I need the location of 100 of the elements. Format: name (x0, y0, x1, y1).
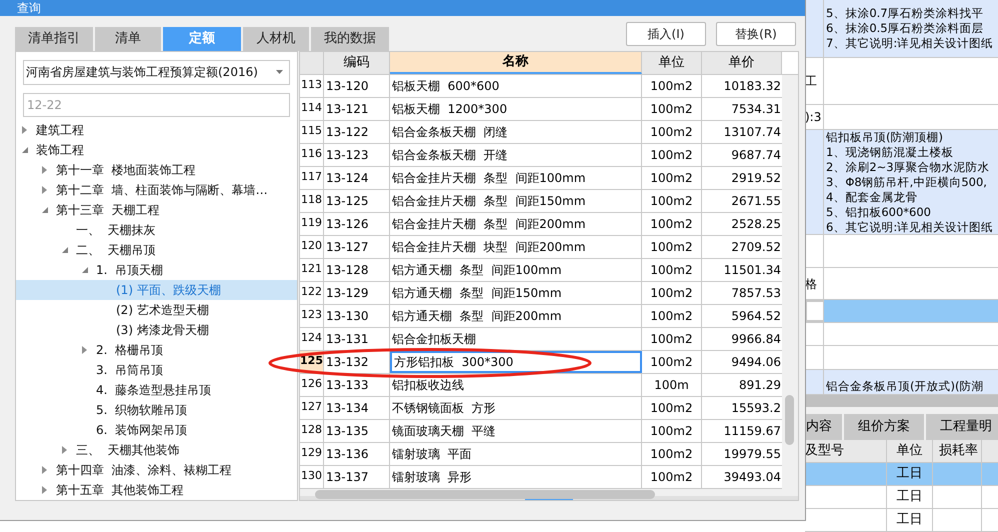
tree-item[interactable]: 1. 吊顶天棚 (16, 260, 297, 280)
table-cell-text: 9687.74 (730, 146, 782, 164)
horizontal-scrollbar[interactable] (805, 395, 998, 407)
table-cell-text: 7857.53 (730, 284, 782, 302)
tree-item[interactable]: 3. 吊筒吊顶 (16, 360, 297, 380)
tree-item[interactable]: (2) 艺术造型天棚 (16, 300, 297, 320)
tree-item[interactable]: 第十三章 天棚工程 (16, 200, 297, 220)
tree-item[interactable]: 第十四章 油漆、涂料、裱糊工程 (16, 460, 297, 480)
table-cell: 铝板天棚 600*600 (390, 74, 642, 96)
table-cell-text: 9494.06 (730, 354, 782, 370)
table-cell: 13-127 (324, 236, 390, 258)
tree-item[interactable]: 第十一章 楼地面装饰工程 (16, 160, 297, 180)
tree-item[interactable]: 一、 天棚抹灰 (16, 220, 297, 240)
table-cell: 100m2 (642, 282, 702, 304)
caret-right-icon[interactable] (42, 186, 47, 194)
table-cell-text: 2528.25 (730, 216, 782, 232)
table-cell: 100m2 (642, 258, 702, 280)
tree-item[interactable]: 二、 天棚吊顶 (16, 240, 297, 260)
description-line: 6、其它说明:详见相关设计图纸 (826, 220, 994, 234)
caret-right-icon[interactable] (82, 346, 87, 354)
table-cell-text: 9966.84 (730, 330, 782, 348)
column-header[interactable]: 单价 (702, 52, 782, 74)
library-dropdown[interactable]: 河南省房屋建筑与装饰工程预算定额(2016) (23, 60, 290, 84)
table-cell: 铝合金挂片天棚 块型 间距200mm (390, 236, 642, 258)
table-cell: 铝合金条板天棚 开缝 (390, 144, 642, 166)
table-cell: 镜面玻璃天棚 平缝 (390, 420, 642, 442)
table-cell: 13-126 (324, 212, 390, 234)
caret-down-icon[interactable] (42, 207, 48, 213)
column-header[interactable]: 编码 (324, 52, 390, 74)
scrollbar-thumb[interactable] (315, 490, 655, 498)
column-header[interactable]: 单位 (887, 440, 933, 462)
table-cell: 100m2 (642, 98, 702, 120)
caret-down-icon (276, 70, 283, 74)
column-header[interactable]: 名称 (390, 52, 642, 74)
table-cell: 100m2 (642, 420, 702, 442)
table-cell: 铝合金挂片天棚 条型 间距150mm (390, 190, 642, 212)
tree-item[interactable]: 第十五章 其他装饰工程 (16, 480, 297, 500)
caret-down-icon[interactable] (22, 147, 28, 153)
table-cell: 铝合金挂片天棚 条型 间距200mm (390, 212, 642, 234)
search-field[interactable]: 12-22 (23, 92, 290, 117)
table-cell-text: 11501.34 (722, 262, 782, 278)
description-line: 铝扣板吊顶(防潮顶棚) (826, 130, 944, 144)
table-cell: 13-137 (324, 466, 390, 488)
table-cell: 13-125 (324, 190, 390, 212)
caret-right-icon[interactable] (22, 126, 27, 134)
column-header[interactable]: 单位 (642, 52, 702, 74)
caret-down-icon[interactable] (82, 267, 88, 273)
splitter-handle[interactable] (525, 496, 573, 500)
column-header[interactable]: 损耗率 (933, 440, 982, 462)
table-cell-text: 11159.67 (722, 422, 782, 440)
table-cell: 100m2 (642, 396, 702, 418)
row-number: 126 (300, 374, 324, 396)
tab[interactable]: 工程量明 (926, 414, 998, 440)
table-cell: 100m (642, 374, 702, 396)
row-number: 115 (300, 120, 324, 142)
row-number: 120 (300, 236, 324, 258)
table-cell: 13-134 (324, 396, 390, 418)
table-cell: 100m2 (642, 166, 702, 188)
table-cell: 铝合金扣板天棚 (390, 328, 642, 350)
vertical-scrollbar[interactable] (782, 74, 798, 488)
tree-item[interactable]: 建筑工程 (16, 120, 297, 140)
table-cell: 100m2 (642, 466, 702, 488)
tree-item[interactable]: 装饰工程 (16, 140, 297, 160)
caret-right-icon[interactable] (42, 486, 47, 494)
description-line: 铝合金条板吊顶(开放式)(防潮 (826, 379, 984, 394)
dialog-button[interactable]: 替换(R) (716, 22, 796, 46)
tab[interactable]: 人材机 (243, 27, 309, 51)
tab[interactable]: 组价方案 (844, 414, 924, 440)
dialog-button[interactable]: 插入(I) (626, 22, 706, 46)
tree-item[interactable]: 第十二章 墙、柱面装饰与隔断、幕墙… (16, 180, 297, 200)
table-cell-text: 5964.52 (730, 308, 782, 324)
scrollbar-thumb[interactable] (785, 394, 794, 444)
tab[interactable]: 清单指引 (15, 27, 93, 51)
row-number: 117 (300, 166, 324, 188)
tree-item[interactable]: (3) 烤漆龙骨天棚 (16, 320, 297, 340)
tree-item[interactable]: (1) 平面、跌级天棚 (16, 280, 297, 300)
caret-right-icon[interactable] (42, 466, 47, 474)
tree-item[interactable]: 三、 天棚其他装饰 (16, 440, 297, 460)
table-cell: 工日 (887, 463, 933, 485)
tree-item[interactable]: 2. 格栅吊顶 (16, 340, 297, 360)
row-number: 129 (300, 442, 324, 464)
table-cell: 13-122 (324, 120, 390, 142)
caret-down-icon[interactable] (62, 247, 68, 253)
table-cell: 铝板天棚 1200*300 (390, 98, 642, 120)
tab[interactable]: 内容 (805, 414, 842, 440)
caret-right-icon[interactable] (62, 446, 67, 454)
tree-item[interactable]: 4. 藤条造型悬挂吊顶 (16, 380, 297, 400)
table-cell: 100m2 (642, 74, 702, 96)
table-cell: 工日 (887, 509, 933, 531)
row-number: 113 (300, 74, 324, 96)
tree-item[interactable]: 5. 织物软雕吊顶 (16, 400, 297, 420)
table-cell: 13-129 (324, 282, 390, 304)
caret-right-icon[interactable] (42, 166, 47, 174)
tree-item[interactable]: 6. 装饰网架吊顶 (16, 420, 297, 440)
grid-cell: ):3 (805, 105, 824, 129)
description-line: 6、抹涂0.5厚石粉类涂料面层 (826, 21, 985, 36)
tab[interactable]: 清单 (95, 27, 161, 51)
table-cell-text: 19979.55 (722, 446, 782, 462)
tab[interactable]: 我的数据 (311, 27, 389, 51)
description-line: 7、其它说明:详见相关设计图纸 (826, 36, 994, 51)
